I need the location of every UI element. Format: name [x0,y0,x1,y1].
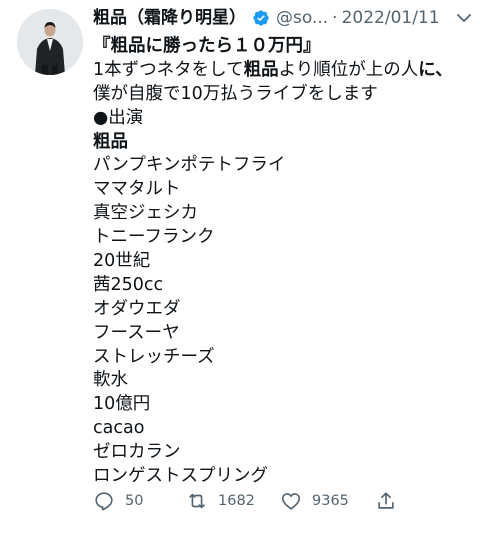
heart-icon [281,493,301,510]
performer-item: フースーヤ [93,322,180,343]
tweet-header: 粗品（霜降り明星） @so... · 2022/01/11 [93,6,440,30]
performer-item: パンプキンポテトフライ [93,155,286,176]
verified-badge-icon [253,10,269,26]
performer-item: ゼロカラン [93,442,181,463]
tweet-text: 『粗品に勝ったら１０万円』 1本ずつネタをして粗品より順位が上の人に、 僕が自腹… [93,35,473,489]
cast-host: 粗品 [93,131,128,152]
reply-count: 50 [125,493,144,509]
display-name[interactable]: 粗品（霜降り明星） [93,6,246,30]
text-run: 1本ずつネタをして [93,59,244,80]
performer-item: トニーフランク [93,227,215,248]
tweet-line: 僕が自腹で10万払うライブをします [93,83,378,104]
user-handle[interactable]: @so... [276,6,328,30]
performer-item: 真空ジェシカ [93,203,198,224]
reply-button[interactable]: 50 [93,488,143,514]
text-run-bold: に、 [418,59,453,80]
tweet-line: 1本ずつネタをして粗品より順位が上の人に、 [93,59,473,83]
action-bar: 50 1682 9365 [93,488,473,514]
tweet-card[interactable]: 粗品（霜降り明星） @so... · 2022/01/11 『粗品に勝ったら１０… [0,0,480,535]
like-count: 9365 [312,493,349,509]
avatar[interactable] [17,9,83,75]
like-button[interactable]: 9365 [280,488,349,514]
performer-item: ママタルト [93,179,181,200]
performer-item: ストレッチーズ [93,346,215,367]
performer-item: 20世紀 [93,251,151,272]
chevron-down-icon[interactable] [454,8,474,28]
share-button[interactable] [375,488,407,514]
text-run: より順位が上の人 [278,59,419,80]
tweet-title: 『粗品に勝ったら１０万円』 [93,36,321,56]
performer-item: ロンゲストスプリング [93,466,268,487]
tweet-date[interactable]: 2022/01/11 [342,6,440,30]
reply-icon [95,492,113,511]
retweet-button[interactable]: 1682 [186,488,255,514]
share-icon [378,492,394,509]
retweet-count: 1682 [218,493,255,509]
cast-heading: ●出演 [93,107,144,128]
avatar-image [17,9,83,75]
retweet-icon [189,493,205,509]
performer-item: オダウエダ [93,298,181,319]
text-run-bold: 粗品 [243,59,279,80]
performer-item: 軟水 [93,370,128,391]
performer-item: 茜250cc [93,274,164,295]
performer-item: 10億円 [93,394,151,415]
separator-dot: · [332,8,338,28]
performer-item: cacao [93,418,145,439]
